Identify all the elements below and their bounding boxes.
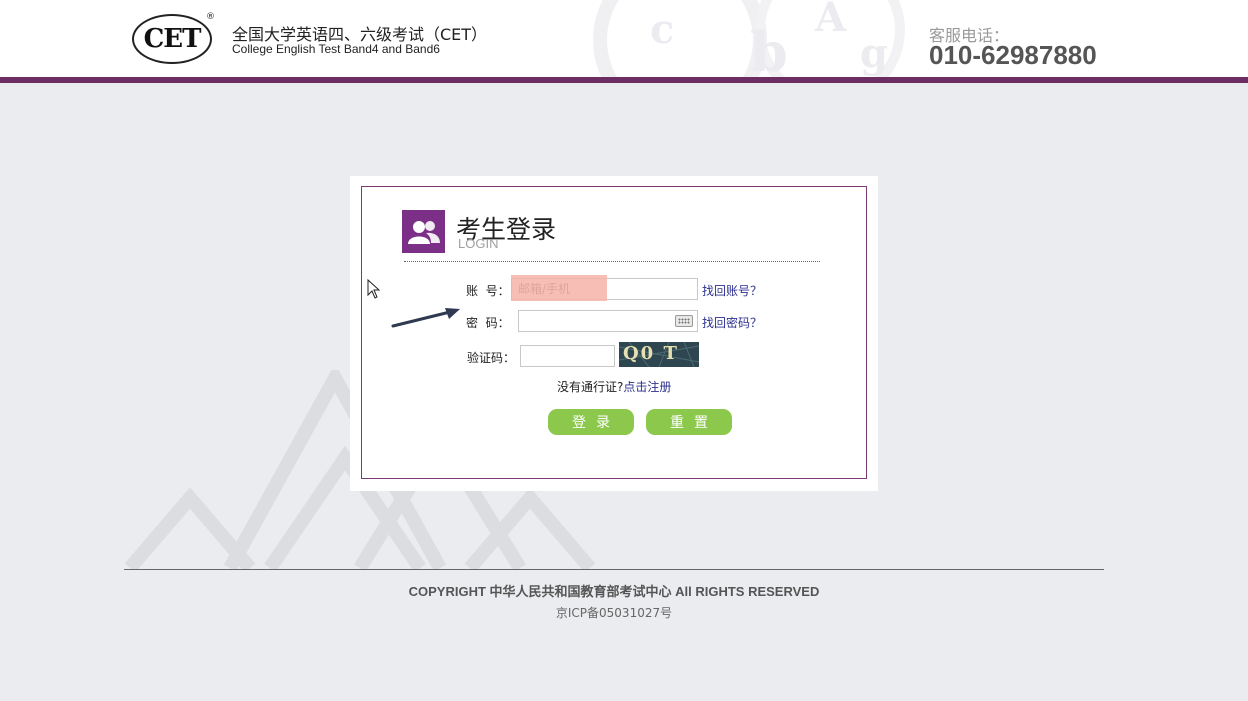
account-label: 账 号： <box>466 284 510 298</box>
captcha-label: 验证码： <box>467 351 516 365</box>
captcha-input[interactable] <box>520 345 615 367</box>
site-header: c b A g CET ® 全国大学英语四、六级考试（CET） College … <box>0 0 1248 77</box>
forgot-password-link[interactable]: 找回密码？ <box>702 314 762 331</box>
reset-button[interactable]: 重置 <box>646 409 732 435</box>
password-input[interactable] <box>518 310 698 332</box>
cet-logo[interactable]: CET <box>132 14 212 64</box>
forgot-account-link[interactable]: 找回账号？ <box>702 282 762 299</box>
decor-letter: g <box>860 30 888 77</box>
register-link[interactable]: 点击注册 <box>623 380 671 394</box>
copyright-text: COPYRIGHT 中华人民共和国教育部考试中心 All RIGHTS RESE… <box>408 584 820 599</box>
logo-text: CET <box>143 24 202 54</box>
header-decoration: c b A g <box>590 0 920 77</box>
users-icon <box>402 210 445 253</box>
register-prompt: 没有通行证?点击注册 <box>557 378 671 395</box>
login-button-label: 登录 <box>572 415 620 431</box>
captcha-image[interactable]: Q0 T V <box>619 342 699 367</box>
input-highlight <box>511 275 607 301</box>
no-pass-text: 没有通行证? <box>557 380 624 394</box>
decor-letter: b <box>750 20 788 77</box>
site-title-en: College English Test Band4 and Band6 <box>232 42 440 56</box>
decor-letter: A <box>815 0 847 41</box>
annotation-arrow-icon <box>391 308 460 328</box>
divider <box>404 261 820 262</box>
registered-mark: ® <box>206 12 215 22</box>
login-subtitle: LOGIN <box>458 236 499 251</box>
icp-number: 京ICP备05031027号 <box>555 606 673 620</box>
header-accent-bar <box>0 77 1248 83</box>
password-label: 密 码： <box>466 316 510 330</box>
mouse-cursor-icon <box>367 279 381 299</box>
reset-button-label: 重置 <box>670 415 718 431</box>
hotline-number: 010-62987880 <box>929 40 1097 70</box>
footer-divider <box>124 569 1104 570</box>
captcha-text: Q0 T V <box>623 343 679 367</box>
decor-letter: c <box>650 6 675 53</box>
login-button[interactable]: 登录 <box>548 409 634 435</box>
keyboard-icon[interactable] <box>675 315 693 327</box>
